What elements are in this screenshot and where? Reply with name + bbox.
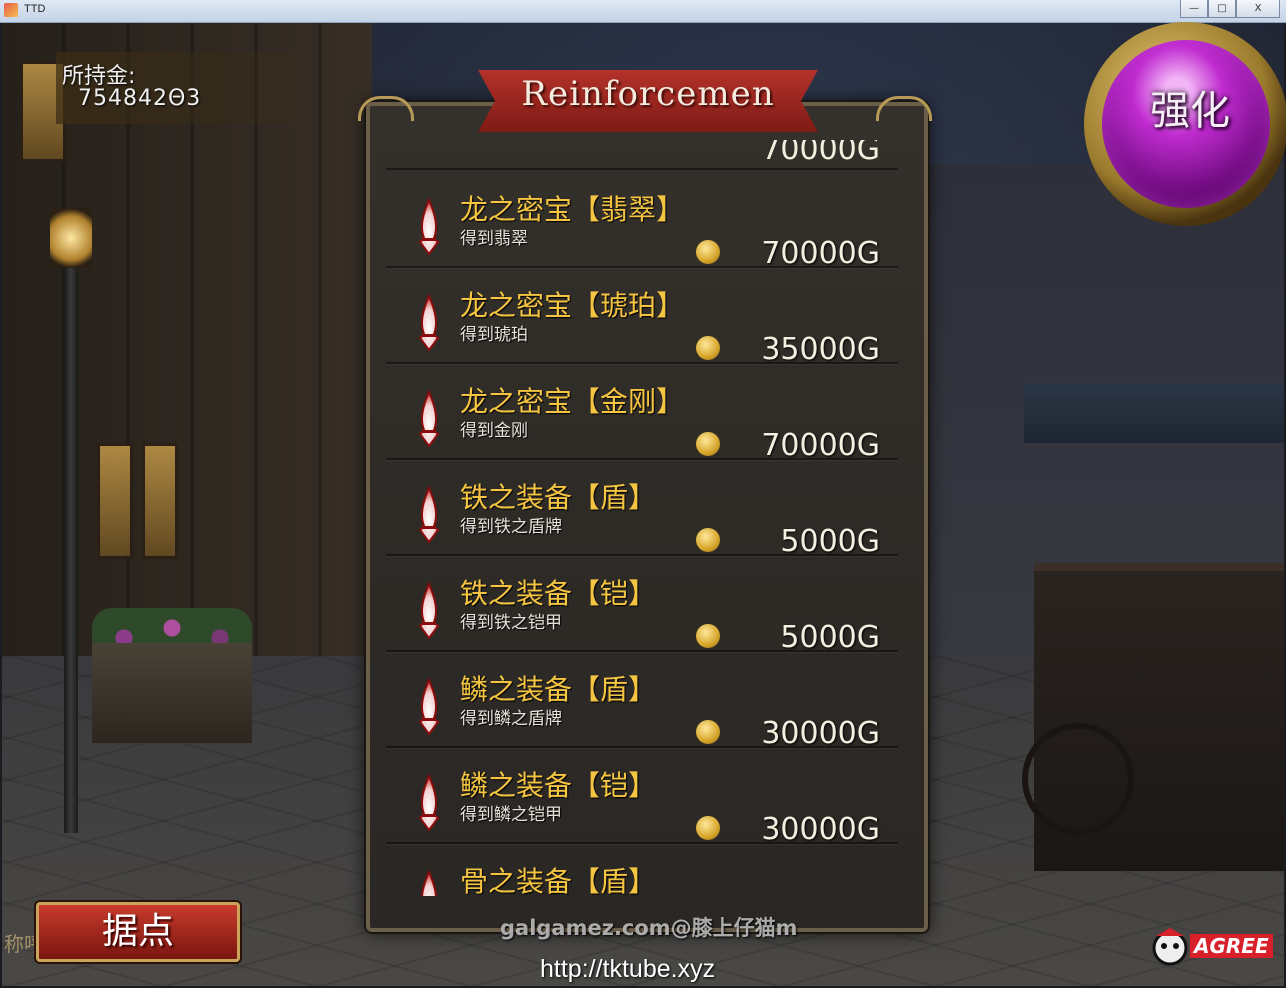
gold-coin-icon [696,720,720,744]
sword-icon [421,870,437,896]
sword-icon [418,294,440,352]
list-item[interactable]: 铁之装备【铠】 得到铁之铠甲 5000G [386,554,898,655]
sword-icon [418,678,440,736]
list-item[interactable]: 铁之装备【盾】 得到铁之盾牌 5000G [386,458,898,559]
window-titlebar: TTD — □ X [0,0,1286,23]
panel-title: Reinforcemen [521,74,775,114]
item-description: 得到鳞之盾牌 [460,709,562,729]
lit-window [142,443,178,559]
item-title: 龙之密宝【翡翠】 [460,193,685,226]
item-description: 得到铁之盾牌 [460,517,562,537]
gold-coin-icon [696,432,720,456]
item-price: 70000G [761,140,880,167]
item-title: 鳞之装备【盾】 [460,673,657,706]
street-lamp-post [64,223,78,833]
sword-icon [418,486,440,544]
gold-coin-icon [696,816,720,840]
sword-icon [418,582,440,640]
minimize-button[interactable]: — [1180,0,1208,18]
mascot-icon [1152,928,1188,966]
list-item[interactable]: 龙之密宝【翡翠】 得到翡翠 70000G [386,170,898,271]
shop-awning [1024,383,1284,443]
window-title: TTD [24,3,46,15]
item-description: 得到铁之铠甲 [460,613,562,633]
reinforcement-list[interactable]: 70000G 龙之密宝【翡翠】 得到翡翠 70000G 龙之密宝【琥珀】 得到琥珀 350… [386,140,898,896]
base-button[interactable]: 据点 [36,902,240,962]
lit-window [97,443,133,559]
item-title: 铁之装备【盾】 [460,481,657,514]
site-watermark: galgamez.com@膝上仔猫m [500,916,798,940]
sword-icon [418,774,440,832]
planter-box [92,643,252,743]
url-watermark: http://tktube.xyz [540,955,716,983]
window-controls: — □ X [1180,0,1280,18]
item-title: 龙之密宝【金刚】 [460,385,685,418]
maximize-button[interactable]: □ [1208,0,1236,18]
app-icon [4,3,18,17]
gold-coin-icon [696,528,720,552]
partial-row[interactable]: 70000G [386,140,898,170]
panel-corner-ornament [876,96,932,121]
item-title: 鳞之装备【铠】 [460,769,657,802]
list-item[interactable]: 骨之装备【盾】得到骨之盾牌 [386,842,898,896]
item-description: 得到金刚 [460,421,528,441]
list-item[interactable]: 龙之密宝【琥珀】 得到琥珀 35000G [386,266,898,367]
list-item[interactable]: 鳞之装备【铠】 得到鳞之铠甲 30000G [386,746,898,847]
sword-icon [418,198,440,256]
item-description: 得到琥珀 [460,325,528,345]
item-description: 得到鳞之铠甲 [460,805,562,825]
close-button[interactable]: X [1236,0,1280,18]
gold-coin-icon [696,336,720,360]
item-title: 龙之密宝【琥珀】 [460,289,685,322]
item-description: 得到翡翠 [460,229,528,249]
panel-corner-ornament [358,96,414,121]
cart-wheel [1022,723,1134,835]
gold-coin-icon [696,240,720,264]
item-title: 铁之装备【铠】 [460,577,657,610]
list-item[interactable]: 鳞之装备【盾】 得到鳞之盾牌 30000G [386,650,898,751]
item-title: 骨之装备【盾】 [460,865,657,896]
agree-logo-text: AGREE [1190,934,1273,958]
gold-coin-icon [696,624,720,648]
sword-icon [418,390,440,448]
strengthen-label[interactable]: 强化 [1150,78,1230,136]
street-lamp-icon [50,208,92,268]
gold-value: 754842Θ3 [78,86,202,111]
list-item[interactable]: 龙之密宝【金刚】 得到金刚 70000G [386,362,898,463]
